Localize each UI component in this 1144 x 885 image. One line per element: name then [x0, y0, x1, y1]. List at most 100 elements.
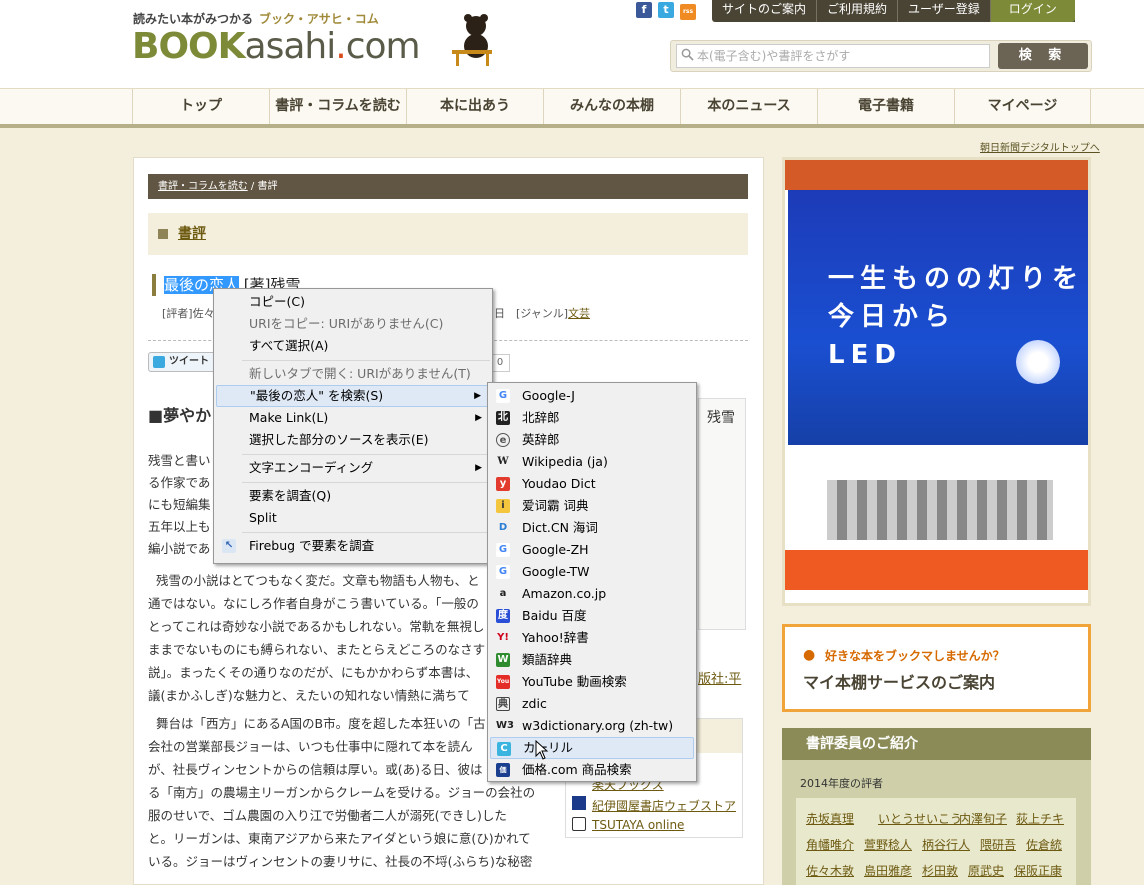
search-google-j[interactable]: G Google-J — [490, 385, 694, 407]
reviewer-link[interactable]: 柄谷行人 — [922, 836, 970, 853]
google-icon: G — [496, 389, 510, 403]
menu-open-new-tab[interactable]: 新しいタブで開く: URIがありません(T) — [216, 363, 490, 385]
reviewer-link[interactable]: 隈研吾 — [980, 836, 1016, 853]
site-guide-link[interactable]: サイトのご案内 — [712, 0, 818, 22]
submenu-arrow-icon: ▶ — [475, 413, 482, 423]
wikipedia-icon: W — [497, 456, 509, 467]
mouse-cursor-icon — [535, 740, 549, 760]
nav-discover[interactable]: 本に出あう — [406, 89, 543, 124]
nav-mypage[interactable]: マイページ — [954, 89, 1091, 124]
reviewer-link[interactable]: 杉田敦 — [922, 862, 958, 879]
my-bookshelf-banner[interactable]: ● 好きな本をブックマしませんか？ マイ本棚サービスのご案内 — [782, 624, 1091, 712]
search-w3dictionary[interactable]: W3 w3dictionary.org (zh-tw) — [490, 715, 694, 737]
bear-mascot-icon — [452, 14, 492, 66]
search-input[interactable]: 本(電子含む)や書評をさがす — [676, 44, 990, 68]
reviewer-link[interactable]: 佐倉統 — [1026, 836, 1062, 853]
reviewer-link[interactable]: 保阪正康 — [1014, 862, 1062, 879]
search-zdic[interactable]: 典 zdic — [490, 693, 694, 715]
facebook-icon[interactable]: f — [636, 2, 652, 18]
menu-make-link[interactable]: Make Link(L) ▶ — [216, 407, 490, 429]
menu-copy[interactable]: コピー(C) — [216, 291, 490, 313]
youdao-icon: y — [496, 477, 510, 491]
eijiro-icon: e — [496, 433, 510, 447]
w3dictionary-icon: W3 — [496, 720, 514, 731]
twitter-bird-icon — [153, 356, 165, 368]
book-cover-image[interactable]: 残雪 — [698, 398, 746, 630]
baidu-icon: 度 — [496, 609, 510, 623]
top-utility-nav: サイトのご案内 ご利用規約 ユーザー登録 ログイン — [712, 0, 1075, 22]
reviewer-link[interactable]: 角幡唯介 — [806, 836, 854, 853]
search-yahoo-dict[interactable]: Y! Yahoo!辞書 — [490, 627, 694, 649]
reviewer-meta: [評者]佐々 — [162, 307, 215, 320]
paw-icon: ● — [803, 647, 816, 663]
nav-reviews[interactable]: 書評・コラムを読む — [269, 89, 406, 124]
login-button[interactable]: ログイン — [990, 0, 1075, 22]
review-paragraph: いる。ジョーはヴィンセントの妻リサに、社長の不埒(ふらち)な秘密 — [148, 854, 533, 869]
breadcrumb-reviews-link[interactable]: 書評・コラムを読む — [158, 181, 248, 192]
menu-inspect-element[interactable]: 要素を調査(Q) — [216, 485, 490, 507]
tweet-button[interactable]: ツイート — [148, 352, 218, 372]
reviewer-link[interactable]: 内澤旬子 — [959, 810, 1007, 827]
reviewers-title: 書評委員のご紹介 — [782, 728, 1091, 760]
reviewers-year: 2014年度の評者 — [800, 777, 883, 790]
twitter-icon[interactable]: t — [658, 2, 674, 18]
search-kakaku[interactable]: 価価格.com 商品検索 — [490, 759, 694, 781]
menu-encoding[interactable]: 文字エンコーディング ▶ — [216, 457, 490, 479]
iciba-icon: i — [496, 499, 510, 513]
rss-icon[interactable]: rss — [680, 4, 696, 20]
search-baidu[interactable]: 度 Baidu 百度 — [490, 605, 694, 627]
search-icon — [681, 48, 694, 61]
search-eijiro[interactable]: e 英辞郎 — [490, 429, 694, 451]
menu-copy-uri[interactable]: URIをコピー: URIがありません(C) — [216, 313, 490, 335]
search-wikipedia[interactable]: W Wikipedia (ja) — [490, 451, 694, 473]
reviewer-link[interactable]: 島田雅彦 — [864, 862, 912, 879]
menu-select-all[interactable]: すべて選択(A) — [216, 335, 490, 357]
tsutaya-icon — [572, 817, 586, 831]
shop-link-tsutaya[interactable]: TSUTAYA online — [592, 818, 684, 832]
genre-meta: 日 [ジャンル]文芸 — [494, 307, 591, 320]
reviewer-link[interactable]: 佐々木敦 — [806, 862, 854, 879]
search-ruigo[interactable]: W 類語辞典 — [490, 649, 694, 671]
search-dictcn[interactable]: D Dict.CN 海词 — [490, 517, 694, 539]
asahi-digital-link[interactable]: 朝日新聞デジタルトップへ — [980, 139, 1100, 154]
search-iciba[interactable]: i 爱词霸 词典 — [490, 495, 694, 517]
search-amazon[interactable]: a Amazon.co.jp — [490, 583, 694, 605]
youtube-icon: You — [496, 675, 510, 689]
section-title: 書評 — [148, 213, 748, 255]
nav-top[interactable]: トップ — [132, 89, 269, 124]
nav-news[interactable]: 本のニュース — [680, 89, 817, 124]
firebug-icon: ↖ — [222, 539, 236, 553]
search-google-tw[interactable]: G Google-TW — [490, 561, 694, 583]
site-logo[interactable]: BOOKasahi.com — [132, 26, 421, 67]
amazon-icon: a — [499, 588, 507, 599]
reviewer-link[interactable]: いとうせいこう — [878, 810, 962, 827]
search-youdao[interactable]: y Youdao Dict — [490, 473, 694, 495]
search-youtube[interactable]: You YouTube 動画検索 — [490, 671, 694, 693]
google-icon: G — [496, 543, 510, 557]
main-nav: トップ 書評・コラムを読む 本に出あう みんなの本棚 本のニュース 電子書籍 マ… — [0, 88, 1144, 128]
nav-bookshelf[interactable]: みんなの本棚 — [543, 89, 680, 124]
register-link[interactable]: ユーザー登録 — [898, 0, 991, 22]
shop-link-kinokuniya[interactable]: 紀伊國屋書店ウェブストア — [592, 797, 736, 814]
reviewer-link[interactable]: 原武史 — [968, 862, 1004, 879]
publisher-link[interactable]: 版社:平 — [698, 668, 741, 687]
menu-view-source[interactable]: 選択した部分のソースを表示(E) — [216, 429, 490, 451]
ruigo-icon: W — [496, 653, 510, 667]
breadcrumb: 書評・コラムを読む / 書評 — [148, 174, 748, 199]
review-heading: ■夢やか — [148, 406, 212, 425]
reviewer-link[interactable]: 萱野稔人 — [864, 836, 912, 853]
search-kitajiro[interactable]: 北北辞郎 — [490, 407, 694, 429]
menu-search-selection[interactable]: "最後の恋人" を検索(S) ▶ — [216, 385, 490, 407]
reviewer-link[interactable]: 赤坂真理 — [806, 810, 854, 827]
search-button[interactable]: 検 索 — [998, 43, 1088, 69]
menu-firebug-inspect[interactable]: ↖ Firebug で要素を調査 — [216, 535, 490, 557]
zdic-icon: 典 — [496, 697, 510, 711]
search-calil[interactable]: C カーリル — [490, 737, 694, 759]
nav-ebooks[interactable]: 電子書籍 — [817, 89, 954, 124]
terms-link[interactable]: ご利用規約 — [817, 0, 899, 22]
menu-split[interactable]: Split — [216, 507, 490, 529]
light-bulb-icon — [1016, 340, 1060, 384]
reviewer-link[interactable]: 荻上チキ — [1016, 810, 1064, 827]
led-advertisement[interactable]: 一生ものの灯りを 今日から LED — [782, 157, 1091, 606]
search-google-zh[interactable]: G Google-ZH — [490, 539, 694, 561]
